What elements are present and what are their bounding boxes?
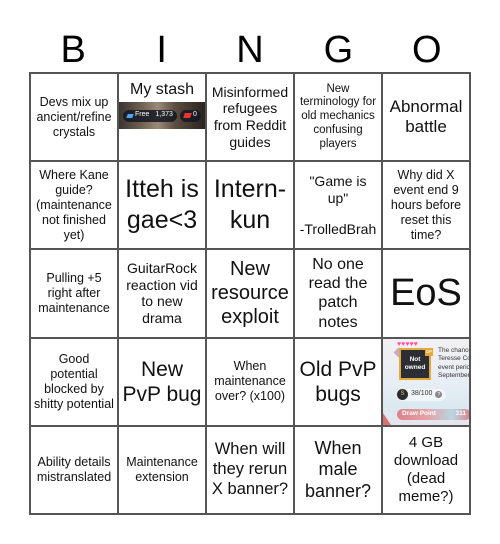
- cell-text: Good potential blocked by shitty potenti…: [34, 351, 114, 411]
- cell-text: Pulling +5 right after maintenance: [38, 270, 110, 315]
- draw-label: Draw Point: [402, 410, 436, 418]
- cell-text: EoS: [390, 271, 462, 314]
- cell-text: GuitarRock reaction vid to new drama: [126, 259, 198, 327]
- bingo-cell-r2c3[interactable]: Intern-kun: [206, 161, 294, 250]
- quote-text: "Game is up": [309, 173, 367, 206]
- cell-text: Maintenance extension: [126, 454, 198, 484]
- cell-text: Ability details mistranslated: [36, 454, 112, 484]
- bingo-cell-r5c5[interactable]: 4 GB download (dead meme?): [382, 425, 470, 514]
- cell-text: When will they rerun X banner?: [211, 440, 289, 498]
- pity-counter: S 38/100 ?: [397, 388, 447, 401]
- desc-line: The chance: [438, 346, 470, 354]
- cell-text: Misinformed refugees from Reddit guides: [211, 83, 289, 150]
- bingo-cell-r3c1[interactable]: Pulling +5 right after maintenance: [30, 249, 118, 338]
- bingo-cell-r3c5[interactable]: EoS: [382, 249, 470, 338]
- rarity-hearts-icon: ♥♥♥♥♥: [397, 340, 418, 348]
- stash-screenshot: Free 1,373 0: [119, 102, 205, 129]
- bingo-cell-r2c1[interactable]: Where Kane guide? (maintenance not finis…: [30, 161, 118, 250]
- free-label: Free: [135, 111, 150, 119]
- ownership-status: Not owned: [404, 355, 426, 371]
- bingo-cell-r1c3[interactable]: Misinformed refugees from Reddit guides: [206, 73, 294, 162]
- draw-value: 311: [455, 410, 467, 418]
- cell-text: Abnormal battle: [389, 96, 463, 137]
- cell-title: My stash: [129, 81, 194, 98]
- bingo-cell-r1c4[interactable]: New terminology for old mechanics confus…: [294, 73, 382, 162]
- bingo-cell-r4c2[interactable]: New PvP bug: [118, 337, 206, 426]
- bingo-header: B I N G O: [29, 28, 471, 72]
- quote-author: -TrolledBrah: [299, 220, 377, 237]
- bingo-cell-r3c2[interactable]: GuitarRock reaction vid to new drama: [118, 249, 206, 338]
- red-crystal-icon: [183, 113, 192, 118]
- cell-text: Why did X event end 9 hours before reset…: [390, 167, 462, 242]
- decorative-corner: [383, 412, 391, 425]
- cell-text: New resource exploit: [211, 258, 289, 329]
- bingo-cell-r2c5[interactable]: Why did X event end 9 hours before reset…: [382, 161, 470, 250]
- blue-crystal-icon: [126, 113, 134, 118]
- cell-text: New PvP bug: [122, 357, 202, 406]
- counter-value: 38/100: [411, 390, 433, 398]
- paid-count: 0: [192, 111, 197, 119]
- cell-text: Devs mix up ancient/refine crystals: [36, 94, 112, 139]
- bingo-cell-r5c1[interactable]: Ability details mistranslated: [30, 425, 118, 514]
- bingo-cell-r4c4[interactable]: Old PvP bugs: [294, 337, 382, 426]
- bingo-cell-r5c2[interactable]: Maintenance extension: [118, 425, 206, 514]
- bingo-cell-r4c3[interactable]: When maintenance over? (x100): [206, 337, 294, 426]
- bingo-cell-r3c3[interactable]: New resource exploit: [206, 249, 294, 338]
- header-letter-i: I: [156, 29, 167, 71]
- header-letter-b: B: [60, 29, 86, 71]
- bingo-grid: Devs mix up ancient/refine crystals My s…: [29, 72, 471, 515]
- cell-text: Itteh is gae<3: [125, 175, 199, 235]
- bingo-cell-r4c5[interactable]: ♥♥♥♥♥ Not owned UP The chance Teresse Co…: [382, 337, 470, 426]
- cell-text: No one read the patch notes: [308, 256, 368, 331]
- desc-line: event perio: [438, 363, 470, 371]
- free-crystal-pill: Free 1,373: [123, 109, 177, 122]
- bingo-cell-r5c3[interactable]: When will they rerun X banner?: [206, 425, 294, 514]
- cell-text: When maintenance over? (x100): [214, 359, 286, 404]
- cell-text: 4 GB download (dead meme?): [393, 433, 459, 505]
- draw-point-bar: Draw Point 311: [397, 408, 469, 420]
- bingo-cell-r2c4[interactable]: "Game is up" -TrolledBrah: [294, 161, 382, 250]
- cell-text: New terminology for old mechanics confus…: [299, 82, 377, 150]
- cell-text: Where Kane guide? (maintenance not finis…: [36, 167, 112, 242]
- rate-up-badge: UP: [425, 347, 433, 356]
- paid-crystal-pill: 0: [179, 109, 201, 122]
- banner-description: The chance Teresse Co event perio Septem…: [438, 346, 470, 381]
- cell-text: When male banner?: [304, 437, 372, 501]
- bingo-cell-r3c4[interactable]: No one read the patch notes: [294, 249, 382, 338]
- cell-text: Old PvP bugs: [299, 357, 377, 406]
- bingo-cell-r1c2[interactable]: My stash Free 1,373 0: [118, 73, 206, 162]
- desc-line: Teresse Co: [438, 355, 470, 363]
- bingo-cell-r5c4[interactable]: When male banner?: [294, 425, 382, 514]
- bingo-cell-r1c5[interactable]: Abnormal battle: [382, 73, 470, 162]
- header-letter-o: O: [412, 29, 442, 71]
- coin-icon: S: [397, 389, 408, 401]
- bingo-cell-r4c1[interactable]: Good potential blocked by shitty potenti…: [30, 337, 118, 426]
- bingo-cell-r2c2[interactable]: Itteh is gae<3: [118, 161, 206, 250]
- bingo-cell-r1c1[interactable]: Devs mix up ancient/refine crystals: [30, 73, 118, 162]
- desc-line: September: [438, 372, 470, 380]
- cell-text: Intern-kun: [213, 175, 287, 235]
- header-letter-g: G: [323, 29, 354, 71]
- help-icon: ?: [435, 391, 443, 399]
- header-letter-n: N: [236, 29, 264, 71]
- free-count: 1,373: [155, 111, 173, 119]
